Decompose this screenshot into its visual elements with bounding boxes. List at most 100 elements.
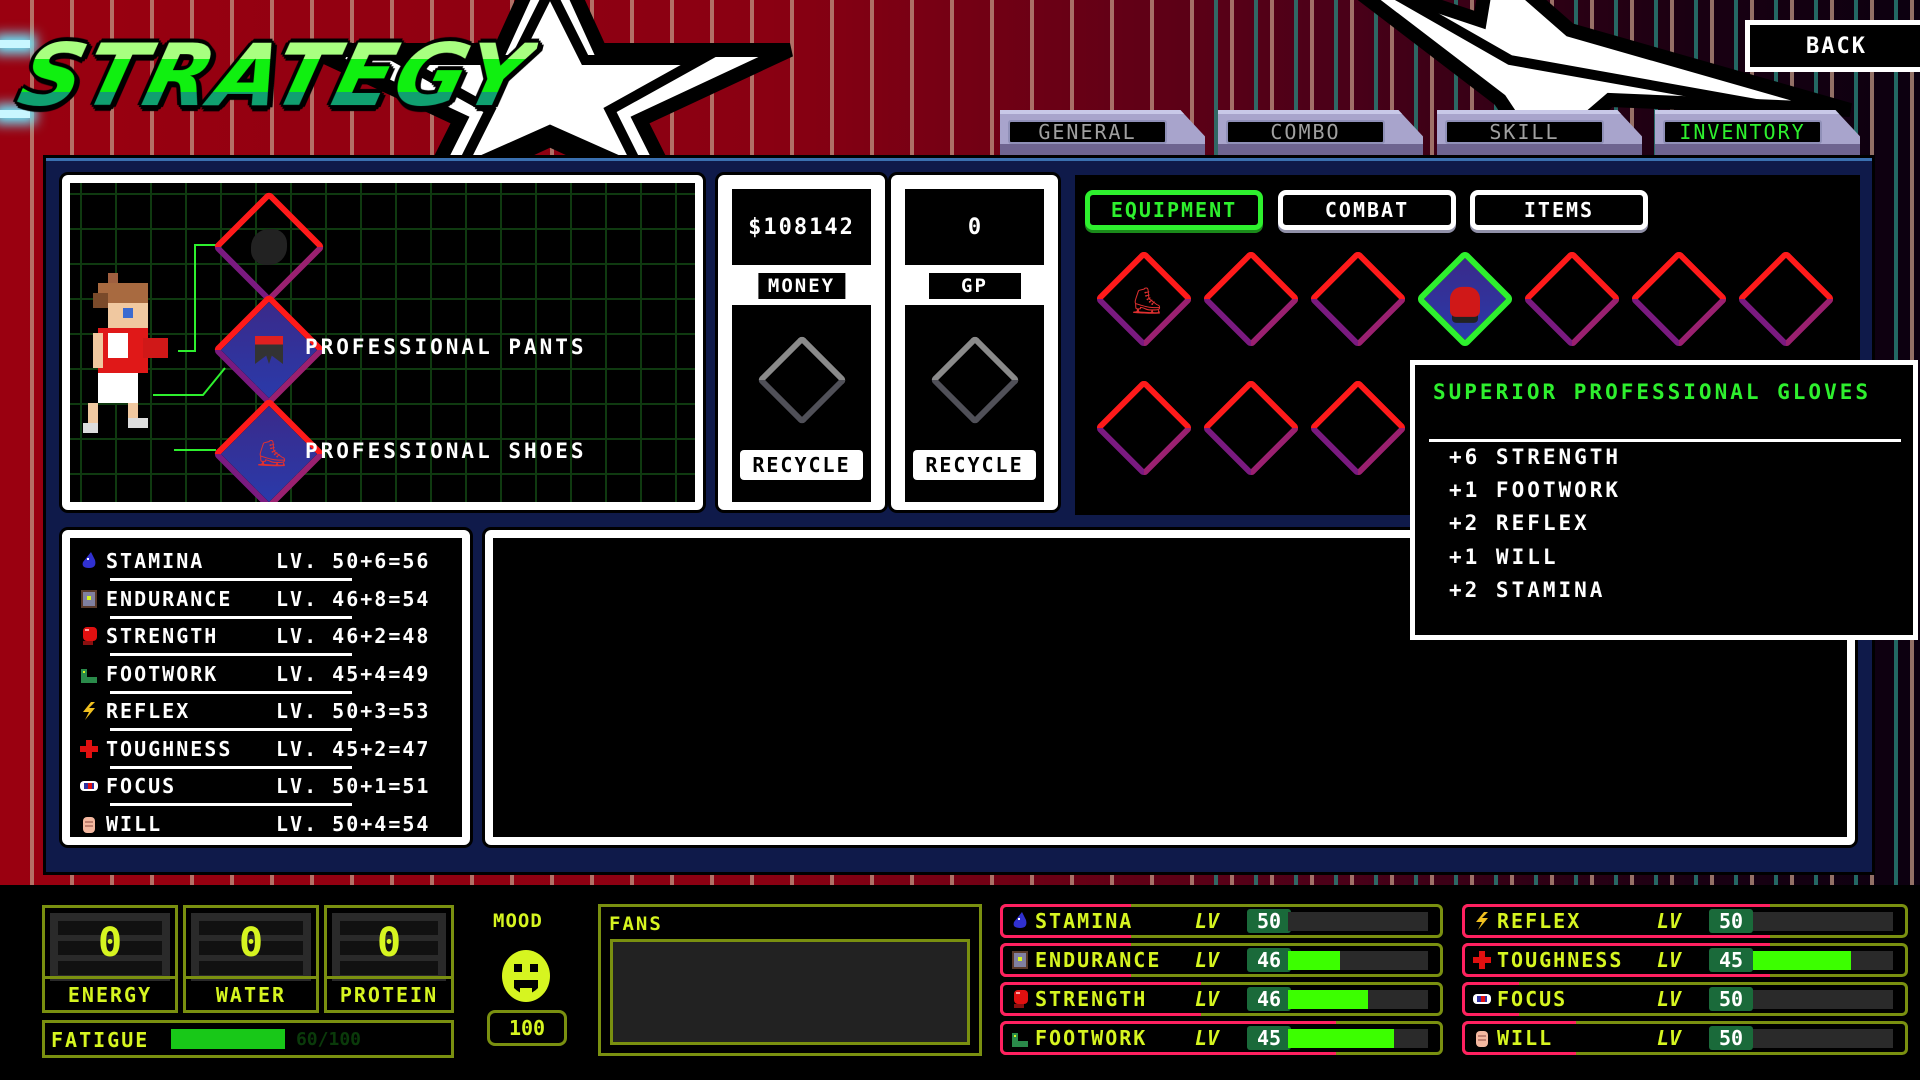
resource-protein: 0 PROTEIN <box>324 905 454 1013</box>
stat-divider <box>110 653 352 656</box>
stat-name: ENDURANCE <box>106 586 233 611</box>
money-value: $108142 <box>732 189 871 265</box>
stat-bar-endurance: ENDURANCE LV 46 <box>1000 943 1443 977</box>
gp-panel: 0 GP RECYCLE <box>891 175 1058 510</box>
recycle-button-money[interactable]: RECYCLE <box>740 450 863 480</box>
door-icon <box>1011 951 1029 969</box>
subtab-combat[interactable]: COMBAT <box>1278 190 1456 230</box>
stat-bar-name: FOCUS <box>1497 987 1568 1011</box>
stat-bar-strength: STRENGTH LV 46 <box>1000 982 1443 1016</box>
stat-bar-toughness: TOUGHNESS LV 45 <box>1462 943 1908 977</box>
progress-fill <box>1288 951 1340 970</box>
cross-icon <box>80 739 98 758</box>
stat-divider <box>110 765 352 769</box>
stat-level: LV. 50+4=54 <box>276 811 431 836</box>
progress-fill <box>1288 990 1368 1009</box>
cross-icon <box>1473 951 1491 969</box>
tab-general[interactable]: GENERAL <box>1000 110 1205 158</box>
fatigue-fill <box>171 1029 285 1049</box>
stat-divider <box>110 690 352 694</box>
stat-level: LV. 50+1=51 <box>276 774 431 798</box>
gloves-icon <box>1450 286 1480 317</box>
tab-label: COMBO <box>1226 120 1385 144</box>
tooltip-bonus: +1 WILL <box>1449 545 1559 569</box>
pants-icon <box>255 336 283 364</box>
stat-level: LV. 50+3=53 <box>276 699 431 723</box>
mood-value: 100 <box>487 1010 567 1046</box>
level-label: LV <box>1657 1026 1682 1050</box>
pill-icon <box>80 777 98 795</box>
stat-bar-focus: FOCUS LV 50 <box>1462 982 1908 1016</box>
subtab-items[interactable]: ITEMS <box>1470 190 1648 230</box>
tooltip-bonus: +1 FOOTWORK <box>1449 478 1622 502</box>
stat-bar-name: STRENGTH <box>1035 987 1148 1011</box>
fans-panel: FANS <box>598 904 982 1056</box>
subtab-equipment[interactable]: EQUIPMENT <box>1085 190 1263 230</box>
equipped-panel: ⛸ PROFESSIONAL PANTS PROFESSIONAL SHOES <box>62 175 703 510</box>
stat-level: LV. 46+2=48 <box>276 624 431 648</box>
fatigue-track: 60/100 <box>171 1029 361 1050</box>
stat-name: STAMINA <box>106 549 205 573</box>
boxing-glove-icon <box>1011 990 1029 1008</box>
lightning-icon <box>1473 912 1491 930</box>
stat-divider <box>110 803 352 806</box>
progress-fill <box>1288 1029 1395 1048</box>
shirt-slot-empty-icon <box>251 229 287 265</box>
fist-icon <box>1473 1029 1491 1047</box>
gp-value: 0 <box>905 189 1044 265</box>
equip-label-shoes: PROFESSIONAL SHOES <box>305 439 587 463</box>
fatigue-bar: FATIGUE 60/100 <box>42 1020 454 1058</box>
energy-label: ENERGY <box>45 976 175 1010</box>
level-value: 50 <box>1709 1026 1753 1050</box>
money-label: MONEY <box>757 273 846 299</box>
stat-divider <box>110 578 352 581</box>
stat-bar-name: TOUGHNESS <box>1497 948 1624 972</box>
progress-bar <box>1288 951 1428 970</box>
recycle-button-gp[interactable]: RECYCLE <box>913 450 1036 480</box>
level-value: 50 <box>1709 987 1753 1011</box>
water-drop-icon <box>1011 912 1029 930</box>
resource-water: 0 WATER <box>183 905 319 1013</box>
stat-name: FOOTWORK <box>106 661 219 686</box>
stat-name: FOCUS <box>106 774 177 798</box>
tooltip-bonus: +6 STRENGTH <box>1449 445 1622 469</box>
tooltip-bonus: +2 STAMINA <box>1449 578 1606 602</box>
tab-combo[interactable]: COMBO <box>1218 110 1423 158</box>
tooltip-title: SUPERIOR PROFESSIONAL GLOVES <box>1433 380 1872 404</box>
progress-bar <box>1753 1029 1893 1048</box>
fatigue-value: 60/100 <box>295 1029 361 1050</box>
stat-row-endurance: ENDURANCE LV. 46+8=54 <box>80 584 462 614</box>
progress-bar <box>1753 951 1893 970</box>
stat-name: STRENGTH <box>106 624 219 648</box>
energy-value: 0 <box>97 920 123 966</box>
progress-bar <box>1288 1029 1428 1048</box>
tooltip-divider <box>1429 439 1901 442</box>
stat-level: LV. 45+4=49 <box>276 661 431 686</box>
stat-bar-name: FOOTWORK <box>1035 1026 1148 1050</box>
level-value: 50 <box>1247 909 1291 933</box>
money-panel: $108142 MONEY RECYCLE <box>718 175 885 510</box>
progress-fill <box>1753 951 1851 970</box>
water-label: WATER <box>186 976 316 1010</box>
level-label: LV <box>1195 909 1220 933</box>
stat-bar-name: ENDURANCE <box>1035 948 1162 972</box>
lightning-icon <box>80 702 98 720</box>
back-button[interactable]: BACK <box>1745 20 1920 72</box>
level-label: LV <box>1195 987 1220 1011</box>
tooltip-bonus: +2 REFLEX <box>1449 511 1590 535</box>
progress-bar <box>1288 912 1428 931</box>
mood-label: MOOD <box>493 910 543 932</box>
tab-label: INVENTORY <box>1663 120 1822 144</box>
fist-icon <box>80 815 98 833</box>
stat-row-will: WILL LV. 50+4=54 <box>80 809 462 838</box>
tab-inventory[interactable]: INVENTORY <box>1655 110 1860 158</box>
level-label: LV <box>1195 948 1220 972</box>
stat-bar-stamina: STAMINA LV 50 <box>1000 904 1443 938</box>
water-drop-icon <box>80 552 98 570</box>
stat-row-toughness: TOUGHNESS LV. 45+2=47 <box>80 734 462 764</box>
tab-skill[interactable]: SKILL <box>1437 110 1642 158</box>
stat-divider <box>110 615 352 619</box>
progress-bar <box>1753 912 1893 931</box>
boxing-glove-icon <box>80 627 98 645</box>
tab-label: SKILL <box>1445 120 1604 144</box>
